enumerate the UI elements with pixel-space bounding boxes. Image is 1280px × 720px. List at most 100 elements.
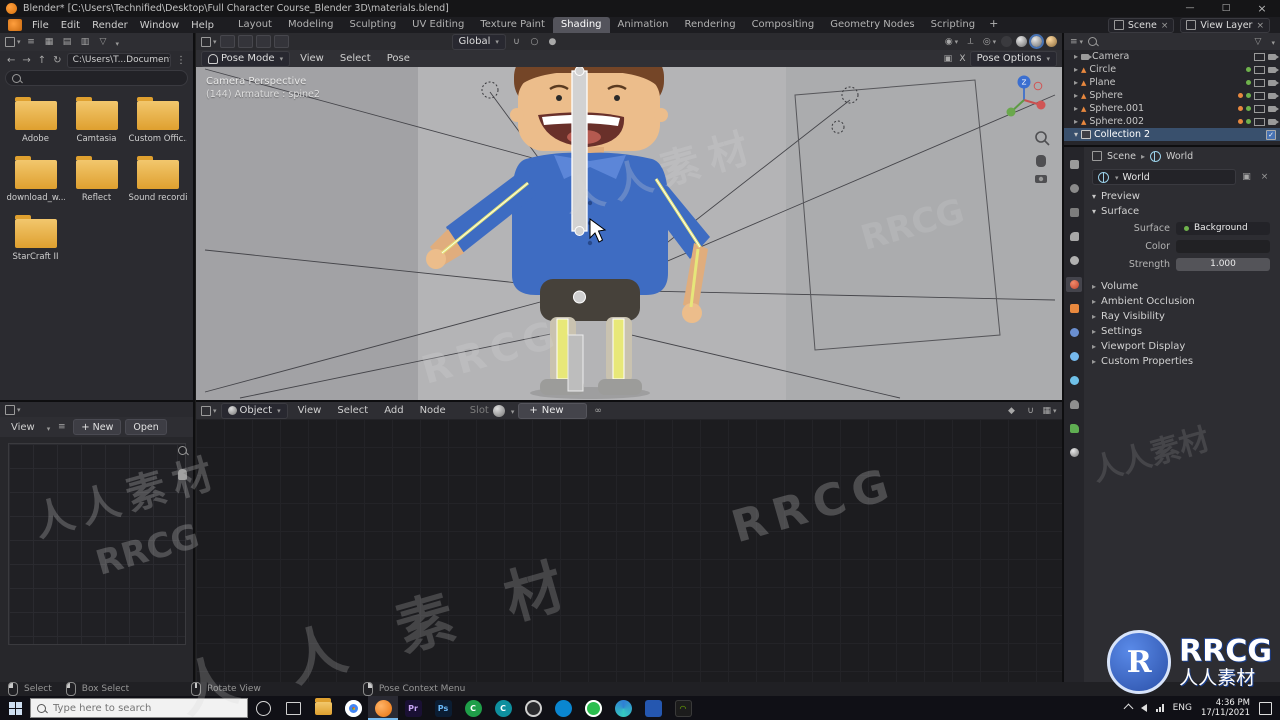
chrome-button[interactable] bbox=[338, 696, 368, 720]
pose-menu[interactable]: Pose bbox=[381, 50, 416, 67]
more-icon[interactable]: ⋮ bbox=[174, 55, 188, 66]
editor-type-icon[interactable] bbox=[201, 404, 217, 417]
snap-icon[interactable]: ∪ bbox=[1023, 404, 1038, 417]
taskbar-clock[interactable]: 4:36 PM 17/11/2021 bbox=[1201, 698, 1250, 718]
menu-icon[interactable]: ≡ bbox=[54, 421, 69, 434]
fake-user-icon[interactable]: ▣ bbox=[1239, 171, 1254, 184]
shading-material-icon[interactable] bbox=[1029, 34, 1044, 49]
blender-menu-icon[interactable] bbox=[8, 19, 22, 31]
start-button[interactable] bbox=[0, 701, 30, 715]
outliner-row-sphere-002[interactable]: Sphere.002 bbox=[1064, 115, 1280, 128]
minimize-button[interactable] bbox=[1172, 0, 1208, 17]
mode-dropdown[interactable]: Pose Mode bbox=[201, 50, 291, 67]
shading-wireframe-icon[interactable] bbox=[1001, 36, 1012, 47]
viewport-visibility-icon[interactable] bbox=[1254, 52, 1265, 61]
xray-toggle-icon[interactable]: ▣ bbox=[940, 52, 955, 65]
expand-icon[interactable] bbox=[1074, 51, 1078, 62]
render-visibility-icon[interactable] bbox=[1268, 105, 1279, 112]
file-explorer-button[interactable] bbox=[308, 696, 338, 720]
folder-item[interactable]: StarCraft II bbox=[6, 215, 65, 262]
tab-view-layer-icon[interactable] bbox=[1066, 229, 1082, 244]
tab-modifiers-icon[interactable] bbox=[1066, 325, 1082, 340]
outliner-filter-icon[interactable] bbox=[1250, 35, 1265, 48]
tool-cursor-icon[interactable] bbox=[237, 35, 253, 48]
menu-file[interactable]: File bbox=[26, 20, 55, 31]
tab-output-icon[interactable] bbox=[1066, 205, 1082, 220]
obs-button[interactable] bbox=[518, 696, 548, 720]
menu-window[interactable]: Window bbox=[134, 20, 185, 31]
tab-uv-editing[interactable]: UV Editing bbox=[404, 17, 472, 33]
material-slot-icon[interactable] bbox=[492, 404, 505, 417]
tab-material-icon[interactable] bbox=[1066, 445, 1082, 460]
network-icon[interactable] bbox=[1155, 704, 1164, 712]
outliner-filter-caret-icon[interactable] bbox=[1269, 35, 1275, 48]
outliner-row-camera[interactable]: Camera bbox=[1064, 50, 1280, 63]
blender-app-button[interactable] bbox=[368, 696, 398, 720]
material-slot-caret-icon[interactable] bbox=[509, 404, 515, 417]
world-datablock-selector[interactable]: World bbox=[1092, 169, 1236, 185]
folder-item[interactable]: Adobe bbox=[6, 97, 65, 144]
render-visibility-icon[interactable] bbox=[1268, 118, 1279, 125]
task-view-button[interactable] bbox=[278, 696, 308, 720]
outliner-row-sphere[interactable]: Sphere bbox=[1064, 89, 1280, 102]
proportional-edit-icon[interactable]: ○ bbox=[527, 35, 542, 48]
search-input[interactable] bbox=[51, 701, 225, 715]
view-menu[interactable]: View bbox=[294, 50, 330, 67]
menu-help[interactable]: Help bbox=[185, 20, 220, 31]
link-icon[interactable]: ∞ bbox=[591, 404, 606, 417]
select-menu[interactable]: Select bbox=[331, 402, 374, 419]
maximize-button[interactable] bbox=[1208, 0, 1244, 17]
snap-magnet-icon[interactable]: ∪ bbox=[509, 35, 524, 48]
render-visibility-icon[interactable] bbox=[1268, 66, 1279, 73]
view-layer-selector[interactable]: View Layer bbox=[1180, 17, 1270, 33]
breadcrumb-world[interactable]: World bbox=[1166, 151, 1193, 162]
viewport-canvas[interactable]: Z Camera Perspective (144) Armature: sp… bbox=[196, 67, 1062, 400]
transform-orientation-dropdown[interactable]: Global bbox=[451, 33, 506, 50]
open-image-button[interactable]: Open bbox=[125, 419, 167, 435]
section-ray-visibility[interactable]: Ray Visibility bbox=[1084, 309, 1280, 324]
color-swatch[interactable] bbox=[1176, 239, 1270, 253]
pose-options-dropdown[interactable]: Pose Options bbox=[969, 50, 1057, 67]
display-column-icon[interactable]: ▤ bbox=[60, 36, 75, 49]
outliner-row-plane[interactable]: Plane bbox=[1064, 76, 1280, 89]
outliner-row-sphere-001[interactable]: Sphere.001 bbox=[1064, 102, 1280, 115]
expand-icon[interactable] bbox=[1074, 77, 1078, 88]
zoom-icon[interactable] bbox=[178, 446, 187, 455]
pan-hand-icon[interactable] bbox=[178, 469, 187, 480]
section-surface[interactable]: Surface bbox=[1084, 204, 1280, 219]
view-menu[interactable]: View bbox=[292, 402, 328, 419]
section-preview[interactable]: Preview bbox=[1084, 189, 1280, 204]
cyberlink-button[interactable]: C bbox=[488, 696, 518, 720]
volume-icon[interactable] bbox=[1140, 704, 1147, 712]
folder-item[interactable]: Sound recordi... bbox=[128, 156, 187, 203]
breadcrumb-scene[interactable]: Scene bbox=[1107, 151, 1136, 162]
tab-layout[interactable]: Layout bbox=[230, 17, 280, 33]
unlink-world-icon[interactable] bbox=[1257, 171, 1272, 184]
tab-particles-icon[interactable] bbox=[1066, 349, 1082, 364]
display-list-icon[interactable]: ≡ bbox=[24, 36, 39, 49]
taskbar-search[interactable] bbox=[30, 698, 248, 718]
expand-icon[interactable] bbox=[1074, 64, 1078, 75]
folder-item[interactable]: download_w... bbox=[6, 156, 65, 203]
media-player-button[interactable] bbox=[638, 696, 668, 720]
nvidia-button[interactable]: ◠ bbox=[668, 696, 698, 720]
menu-render[interactable]: Render bbox=[86, 20, 134, 31]
add-workspace-button[interactable]: + bbox=[983, 17, 1004, 33]
tab-render-icon[interactable] bbox=[1066, 181, 1082, 196]
close-button[interactable] bbox=[1244, 0, 1280, 17]
viewport-visibility-icon[interactable] bbox=[1254, 65, 1265, 74]
scene-unlink-icon[interactable] bbox=[1161, 20, 1169, 31]
shading-solid-icon[interactable] bbox=[1016, 36, 1027, 47]
view-menu[interactable]: View bbox=[5, 419, 41, 436]
tab-data-icon[interactable] bbox=[1066, 421, 1082, 436]
strength-field[interactable]: 1.000 bbox=[1176, 257, 1270, 271]
folder-item[interactable]: Custom Offic... bbox=[128, 97, 187, 144]
folder-item[interactable]: Reflect bbox=[67, 156, 126, 203]
gizmo-toggle-icon[interactable]: ⟂ bbox=[963, 35, 978, 48]
expand-icon[interactable] bbox=[1074, 129, 1078, 140]
tab-tool-icon[interactable] bbox=[1066, 157, 1082, 172]
tray-expand-icon[interactable] bbox=[1123, 703, 1134, 713]
section-viewport-display[interactable]: Viewport Display bbox=[1084, 339, 1280, 354]
skype-button[interactable] bbox=[548, 696, 578, 720]
outliner-row-collection-2[interactable]: Collection 2 bbox=[1064, 128, 1280, 141]
